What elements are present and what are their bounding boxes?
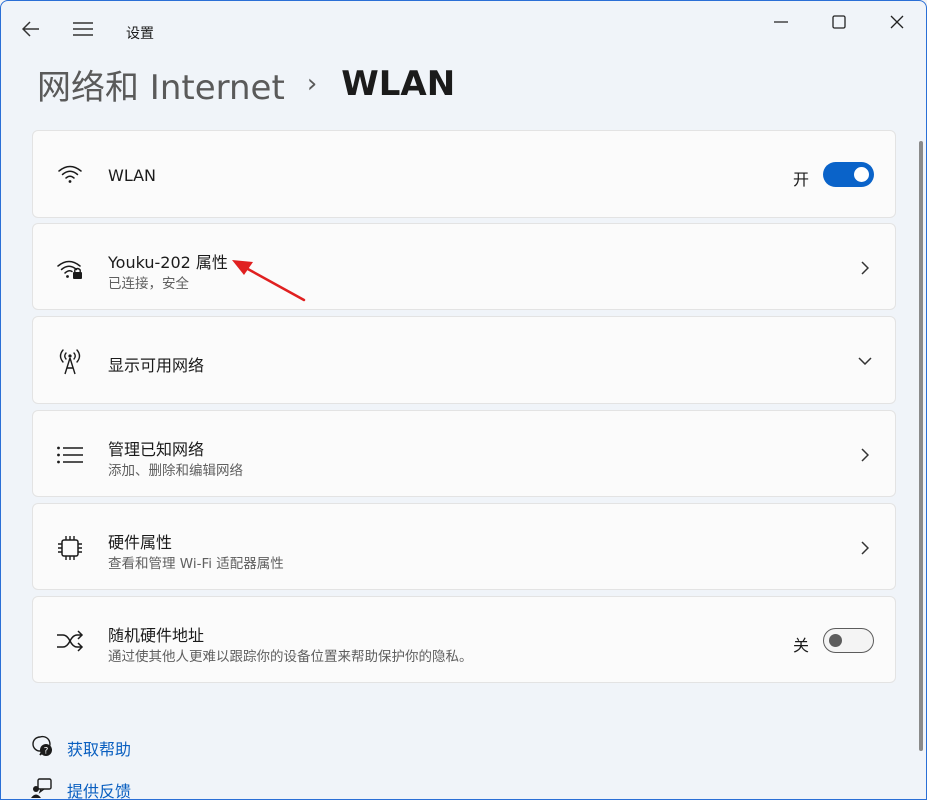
- get-help-link[interactable]: ? 获取帮助: [31, 733, 131, 763]
- list-icon: [55, 440, 85, 470]
- wifi-icon: [55, 159, 85, 189]
- chevron-right-icon: [855, 258, 875, 278]
- annotation-arrow-icon: [232, 260, 306, 302]
- card-subtitle: 添加、删除和编辑网络: [108, 463, 243, 479]
- chip-icon: [55, 533, 85, 563]
- minimize-icon[interactable]: [761, 7, 801, 37]
- chevron-down-icon: [855, 351, 875, 371]
- help-icon: ?: [31, 735, 53, 761]
- close-icon[interactable]: [877, 7, 917, 37]
- svg-text:?: ?: [44, 747, 49, 757]
- toggle-knob: [829, 633, 842, 647]
- scrollbar[interactable]: [919, 141, 923, 751]
- antenna-icon: [55, 346, 85, 376]
- card-title: 随机硬件地址: [108, 626, 205, 645]
- card-subtitle: 已连接，安全: [108, 276, 189, 292]
- breadcrumb-parent[interactable]: 网络和 Internet: [37, 60, 285, 109]
- card-title: 管理已知网络: [108, 440, 205, 459]
- card-title: 显示可用网络: [108, 356, 205, 375]
- wifi-lock-icon: [55, 254, 85, 284]
- give-feedback-label[interactable]: 提供反馈: [67, 778, 131, 799]
- breadcrumb: 网络和 Internet › WLAN: [37, 60, 456, 109]
- shuffle-icon: [55, 626, 85, 656]
- wlan-toggle-card[interactable]: WLAN 开: [32, 130, 896, 218]
- card-subtitle: 查看和管理 Wi-Fi 适配器属性: [108, 556, 284, 572]
- title-bar: 设置: [1, 1, 926, 57]
- random-address-toggle-switch[interactable]: [823, 628, 874, 653]
- get-help-label[interactable]: 获取帮助: [67, 736, 131, 760]
- card-title: Youku-202 属性: [108, 253, 228, 272]
- feedback-icon: [31, 777, 53, 799]
- card-title: 硬件属性: [108, 533, 173, 552]
- wlan-toggle-switch[interactable]: [823, 162, 874, 187]
- hamburger-menu-icon[interactable]: [69, 15, 97, 43]
- chevron-right-icon: [855, 445, 875, 465]
- card-subtitle: 通过使其他人更难以跟踪你的设备位置来帮助保护你的隐私。: [108, 649, 473, 665]
- show-networks-card[interactable]: 显示可用网络: [32, 316, 896, 404]
- chevron-right-icon: [855, 538, 875, 558]
- random-hardware-address-card[interactable]: 随机硬件地址 通过使其他人更难以跟踪你的设备位置来帮助保护你的隐私。 关: [32, 596, 896, 683]
- breadcrumb-separator: ›: [306, 69, 318, 99]
- toggle-state-label: 关: [792, 636, 809, 655]
- card-title: WLAN: [108, 166, 157, 185]
- give-feedback-link[interactable]: 提供反馈: [31, 775, 131, 799]
- back-arrow-icon[interactable]: [17, 15, 45, 43]
- toggle-knob: [854, 167, 869, 182]
- app-title: 设置: [126, 26, 154, 42]
- page-title: WLAN: [341, 64, 456, 104]
- hardware-properties-card[interactable]: 硬件属性 查看和管理 Wi-Fi 适配器属性: [32, 503, 896, 590]
- toggle-state-label: 开: [792, 170, 809, 189]
- maximize-icon[interactable]: [819, 7, 859, 37]
- network-properties-card[interactable]: Youku-202 属性 已连接，安全: [32, 223, 896, 310]
- manage-known-networks-card[interactable]: 管理已知网络 添加、删除和编辑网络: [32, 410, 896, 497]
- settings-window: 设置 网络和 Internet › WLAN WLAN 开 Youku-202 …: [0, 0, 927, 800]
